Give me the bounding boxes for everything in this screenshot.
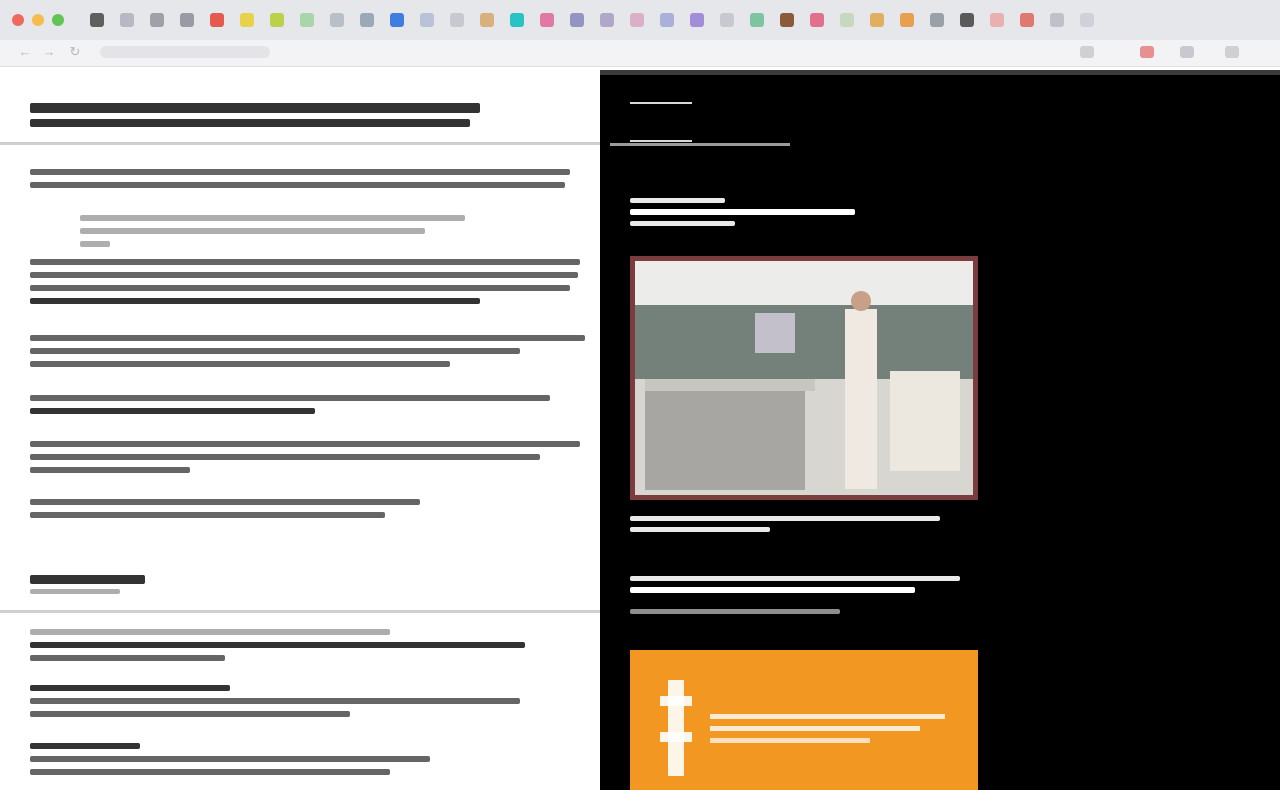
section-divider bbox=[0, 142, 600, 145]
section-heading bbox=[30, 575, 145, 601]
page-title bbox=[30, 103, 480, 134]
tab-favicon[interactable] bbox=[450, 13, 464, 27]
tab-favicon[interactable] bbox=[90, 13, 104, 27]
tab-favicon[interactable] bbox=[750, 13, 764, 27]
tab-favicon[interactable] bbox=[780, 13, 794, 27]
tab-favicon[interactable] bbox=[960, 13, 974, 27]
tab-favicon[interactable] bbox=[840, 13, 854, 27]
share-icon[interactable] bbox=[1080, 46, 1094, 58]
tab-favicon[interactable] bbox=[180, 13, 194, 27]
tab-favicon[interactable] bbox=[300, 13, 314, 27]
tab-favicon[interactable] bbox=[210, 13, 224, 27]
tab-favicon[interactable] bbox=[720, 13, 734, 27]
close-window-button[interactable] bbox=[12, 14, 24, 26]
window-controls bbox=[12, 14, 64, 26]
photo-caption bbox=[630, 516, 940, 538]
tab-favicon[interactable] bbox=[990, 13, 1004, 27]
tab-favicon[interactable] bbox=[630, 13, 644, 27]
photo-image bbox=[635, 261, 973, 495]
tab-favicon[interactable] bbox=[540, 13, 554, 27]
browser-toolbar: ← → ↻ bbox=[0, 40, 1280, 67]
intro-paragraph bbox=[30, 169, 570, 195]
pinned-tabs bbox=[82, 13, 1102, 27]
tab-favicon[interactable] bbox=[1050, 13, 1064, 27]
paragraph bbox=[30, 335, 585, 374]
tab-favicon[interactable] bbox=[690, 13, 704, 27]
featured-photo[interactable] bbox=[630, 256, 978, 500]
tab-favicon[interactable] bbox=[570, 13, 584, 27]
title-line bbox=[30, 103, 480, 113]
paragraph bbox=[30, 441, 580, 480]
tab-favicon[interactable] bbox=[270, 13, 284, 27]
indented-list bbox=[80, 215, 465, 254]
document-pane bbox=[0, 67, 600, 790]
tab-favicon[interactable] bbox=[1020, 13, 1034, 27]
extension-icon[interactable] bbox=[1140, 46, 1154, 58]
sidebar-article bbox=[630, 576, 960, 620]
promo-banner[interactable] bbox=[630, 650, 978, 790]
paragraph bbox=[30, 259, 580, 311]
tab-favicon[interactable] bbox=[120, 13, 134, 27]
address-bar[interactable] bbox=[100, 46, 270, 58]
list-item bbox=[30, 685, 520, 724]
tab-favicon[interactable] bbox=[150, 13, 164, 27]
nav-underline bbox=[610, 143, 790, 146]
menu-icon[interactable] bbox=[1225, 46, 1239, 58]
tab-favicon[interactable] bbox=[930, 13, 944, 27]
tab-favicon[interactable] bbox=[360, 13, 374, 27]
tab-favicon[interactable] bbox=[420, 13, 434, 27]
minimize-window-button[interactable] bbox=[32, 14, 44, 26]
tab-favicon[interactable] bbox=[1080, 13, 1094, 27]
tab-favicon[interactable] bbox=[330, 13, 344, 27]
tab-favicon[interactable] bbox=[900, 13, 914, 27]
forward-arrow-icon[interactable]: → bbox=[42, 45, 56, 59]
zoom-window-button[interactable] bbox=[52, 14, 64, 26]
panel-top-border bbox=[600, 70, 1280, 75]
tab-favicon[interactable] bbox=[600, 13, 614, 27]
browser-tab-strip bbox=[0, 0, 1280, 40]
paragraph bbox=[30, 395, 550, 421]
sidebar-text-block bbox=[630, 198, 855, 232]
site-logo[interactable] bbox=[630, 102, 692, 142]
downloads-icon[interactable] bbox=[1180, 46, 1194, 58]
paragraph bbox=[30, 499, 420, 525]
tab-favicon[interactable] bbox=[870, 13, 884, 27]
promo-artwork bbox=[660, 680, 945, 776]
tab-favicon[interactable] bbox=[480, 13, 494, 27]
back-arrow-icon[interactable]: ← bbox=[18, 45, 32, 59]
list-item bbox=[30, 629, 525, 668]
tab-favicon[interactable] bbox=[810, 13, 824, 27]
reload-icon[interactable]: ↻ bbox=[68, 45, 82, 59]
list-item bbox=[30, 743, 430, 782]
tab-favicon[interactable] bbox=[390, 13, 404, 27]
tab-favicon[interactable] bbox=[660, 13, 674, 27]
tab-favicon[interactable] bbox=[510, 13, 524, 27]
right-panel bbox=[600, 70, 1280, 790]
title-line bbox=[30, 119, 470, 127]
tab-favicon[interactable] bbox=[240, 13, 254, 27]
section-divider bbox=[0, 610, 600, 613]
